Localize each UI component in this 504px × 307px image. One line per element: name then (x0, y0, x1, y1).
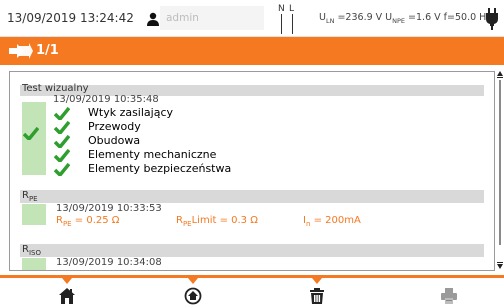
pass-bar (22, 258, 46, 270)
section-title-rpe: RPE (22, 190, 38, 203)
visual-item: Obudowa (88, 134, 141, 147)
tab-marker-icon (312, 278, 322, 284)
l-label: L (289, 4, 295, 14)
page-indicator: 1/1 (36, 43, 59, 58)
rpe-sub: PE (62, 220, 72, 228)
visual-item: Przewody (88, 120, 141, 133)
section-header (20, 190, 484, 203)
record-button[interactable] (173, 278, 213, 307)
visual-item: Wtyk zasilający (88, 106, 174, 119)
tab-marker-icon (62, 278, 72, 284)
uln-value: =236.9 V (334, 12, 386, 23)
rpe-title: R (22, 190, 29, 201)
check-icon (54, 149, 70, 162)
unpe-sub: NPE (392, 16, 406, 25)
pages-icon (9, 43, 33, 59)
limit-value: Limit = 0.3 Ω (191, 215, 258, 226)
section-timestamp: 13/09/2019 10:35:48 (53, 94, 159, 105)
results-panel[interactable]: Test wizualny 13/09/2019 10:35:48 Wtyk z… (9, 71, 495, 271)
uln-label: U (319, 12, 326, 23)
print-button[interactable] (429, 278, 469, 307)
header-bar: 1/1 (0, 37, 504, 65)
section-timestamp: 13/09/2019 10:33:53 (56, 203, 162, 214)
overall-check-icon (23, 127, 39, 140)
check-icon (54, 163, 70, 176)
rpe-results: RPE = 0.25 Ω RPELimit = 0.3 Ω In = 200mA (56, 215, 476, 229)
l-line (292, 14, 293, 34)
section-title-riso: RISO (22, 244, 41, 257)
scrollbar[interactable] (497, 70, 503, 272)
visual-item: Elementy bezpieczeństwa (88, 162, 232, 175)
tab-marker-icon (188, 278, 198, 284)
rpe-result: RPE = 0.25 Ω (56, 215, 119, 228)
rpe-value: = 0.25 Ω (71, 215, 120, 226)
section-header (20, 244, 484, 257)
check-icon (54, 135, 70, 148)
section-title-visual: Test wizualny (22, 83, 89, 94)
user-icon (147, 12, 159, 26)
scroll-down-icon[interactable] (497, 262, 503, 270)
rpe-label: R (56, 215, 63, 226)
unpe-value: =1.6 V (405, 12, 444, 23)
visual-item: Elementy mechaniczne (88, 148, 217, 161)
check-icon (54, 107, 70, 120)
status-bar: 13/09/2019 13:24:42 admin N L ULN =236.9… (0, 0, 504, 37)
riso-title: R (22, 244, 29, 255)
riso-title-sub: ISO (28, 249, 41, 257)
home-button[interactable] (47, 278, 87, 307)
screen: 13/09/2019 13:24:42 admin N L ULN =236.9… (0, 0, 504, 307)
record-icon (184, 287, 202, 305)
rpe-limit: RPELimit = 0.3 Ω (176, 215, 258, 228)
home-icon (59, 288, 75, 304)
plug-icon (486, 8, 498, 30)
n-line (281, 14, 282, 34)
n-label: N (278, 4, 285, 14)
mains-readout: ULN =236.9 V UNPE =1.6 V f=50.0 Hz (319, 12, 491, 25)
pass-bar (22, 204, 46, 225)
section-timestamp: 13/09/2019 10:34:08 (56, 257, 162, 268)
in-value: = 200mA (310, 215, 361, 226)
scroll-up-icon[interactable] (497, 70, 503, 78)
limit-label: R (176, 215, 183, 226)
limit-sub: PE (182, 220, 192, 228)
trash-icon (310, 288, 324, 304)
bottom-toolbar (0, 275, 504, 307)
rpe-title-sub: PE (28, 195, 38, 203)
check-icon (54, 121, 70, 134)
test-current: In = 200mA (303, 215, 361, 228)
delete-button[interactable] (297, 278, 337, 307)
user-name: admin (166, 12, 199, 24)
printer-icon (441, 288, 457, 304)
scroll-thumb[interactable] (499, 80, 501, 245)
datetime: 13/09/2019 13:24:42 (7, 11, 134, 25)
